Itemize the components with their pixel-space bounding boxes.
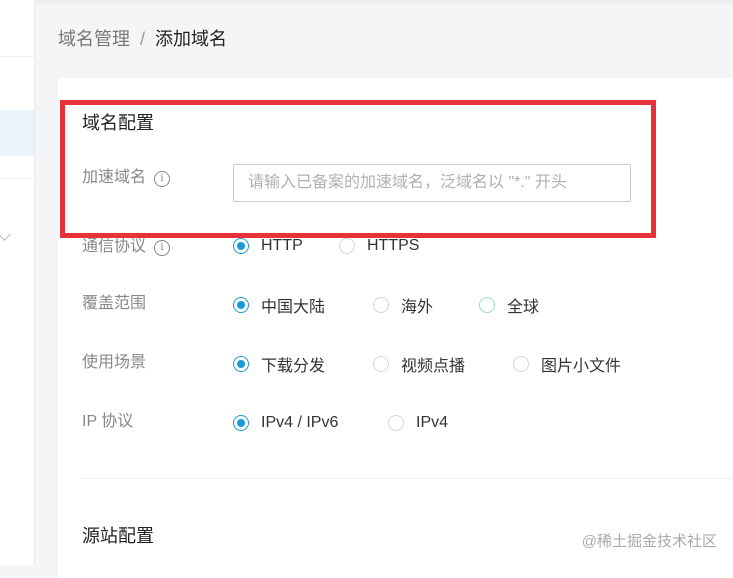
radio-ipv4-ipv6-label: IPv4 / IPv6 [261, 414, 339, 431]
radio-unchecked-icon [373, 297, 389, 313]
radio-small-images[interactable]: 图片小文件 [513, 352, 621, 376]
radio-unchecked-icon [479, 297, 495, 313]
breadcrumb-current: 添加域名 [155, 29, 228, 49]
coverage-label: 覆盖范围 [82, 295, 147, 312]
info-icon[interactable]: i [154, 171, 171, 187]
sidebar-divider [0, 178, 34, 179]
radio-mainland-china[interactable]: 中国大陆 [233, 293, 325, 317]
radio-ipv4[interactable]: IPv4 [388, 411, 448, 435]
sidebar [0, 0, 35, 565]
domain-config-title: 域名配置 [82, 113, 154, 133]
radio-ipv4-label: IPv4 [416, 414, 449, 431]
radio-unchecked-icon [388, 415, 404, 431]
ip-protocol-label: IP 协议 [82, 413, 134, 430]
accel-domain-label: 加速域名 i [82, 167, 171, 189]
radio-overseas-label: 海外 [401, 299, 434, 316]
radio-ipv4-ipv6[interactable]: IPv4 / IPv6 [233, 411, 338, 435]
topbar [34, 0, 733, 6]
sidebar-divider [0, 56, 34, 57]
accel-domain-label-text: 加速域名 [82, 169, 147, 186]
radio-checked-icon [233, 238, 249, 254]
sidebar-item-active[interactable] [0, 110, 34, 156]
radio-http-label: HTTP [261, 237, 303, 254]
radio-video-vod[interactable]: 视频点播 [373, 352, 465, 376]
chevron-icon[interactable] [0, 228, 11, 241]
radio-video-vod-label: 视频点播 [401, 358, 466, 375]
breadcrumb-parent-link[interactable]: 域名管理 [58, 29, 130, 49]
origin-config-title: 源站配置 [82, 526, 154, 546]
radio-http[interactable]: HTTP [233, 234, 303, 258]
protocol-label-text: 通信协议 [82, 238, 147, 255]
radio-checked-icon [233, 415, 249, 431]
radio-unchecked-icon [373, 356, 389, 372]
radio-global[interactable]: 全球 [479, 293, 539, 317]
radio-checked-icon [233, 297, 249, 313]
radio-overseas[interactable]: 海外 [373, 293, 433, 317]
section-divider [82, 478, 733, 479]
info-icon[interactable]: i [154, 240, 171, 256]
radio-checked-icon [233, 356, 249, 372]
breadcrumb: 域名管理 / 添加域名 [58, 28, 227, 50]
breadcrumb-separator: / [140, 29, 146, 49]
radio-mainland-china-label: 中国大陆 [261, 299, 326, 316]
form-card [58, 78, 733, 578]
radio-unchecked-icon [513, 356, 529, 372]
radio-download-label: 下载分发 [261, 358, 326, 375]
radio-small-images-label: 图片小文件 [541, 358, 622, 375]
scenario-label: 使用场景 [82, 354, 147, 371]
protocol-label: 通信协议 i [82, 236, 171, 258]
watermark: @稀土掘金技术社区 [581, 533, 717, 550]
radio-https[interactable]: HTTPS [339, 234, 419, 258]
radio-https-label: HTTPS [367, 237, 420, 254]
radio-unchecked-icon [339, 238, 355, 254]
accel-domain-input[interactable] [233, 164, 631, 202]
radio-download[interactable]: 下载分发 [233, 352, 325, 376]
radio-global-label: 全球 [507, 299, 540, 316]
